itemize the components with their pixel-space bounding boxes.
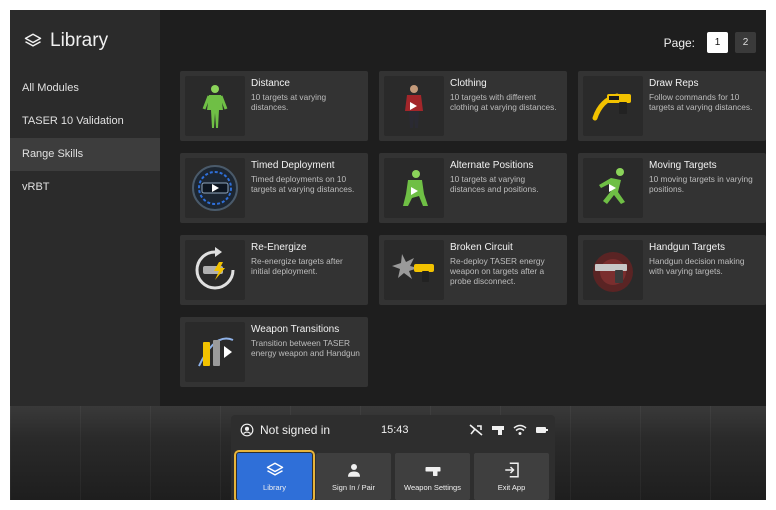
sign-in-pair-button-label: Sign In / Pair: [332, 483, 375, 492]
weapon-transition-icon: [198, 337, 234, 367]
weapon-settings-button[interactable]: Weapon Settings: [395, 453, 470, 500]
crouching-target-figure-icon: [403, 170, 428, 206]
clothing-thumbnail: [384, 76, 444, 136]
draw-reps-thumbnail: [583, 76, 643, 136]
module-title: Clothing: [450, 78, 487, 89]
module-title: Moving Targets: [649, 160, 717, 171]
sidebar-item-range-skills[interactable]: Range Skills: [10, 138, 160, 171]
module-card-re-energize[interactable]: Re-Energize Re-energize targets after in…: [180, 235, 368, 305]
module-title: Handgun Targets: [649, 242, 725, 253]
module-card-weapon-transitions[interactable]: Weapon Transitions Transition between TA…: [180, 317, 368, 387]
person-icon: [347, 464, 360, 477]
library-button[interactable]: Library: [234, 450, 315, 500]
layers-icon: [266, 462, 283, 476]
clock-time: 15:43: [381, 424, 409, 436]
alternate-positions-thumbnail: [384, 158, 444, 218]
module-description: Follow commands for 10 targets at varyin…: [649, 92, 753, 112]
timed-deployment-thumbnail: [185, 158, 245, 218]
broken-circuit-spark-icon: [392, 254, 434, 282]
dock-buttons: Library Sign In / Pair Weapon Settings E…: [234, 450, 549, 500]
module-card-broken-circuit[interactable]: Broken Circuit Re-deploy TASER energy we…: [379, 235, 567, 305]
running-target-figure-icon: [599, 168, 625, 204]
broken-circuit-thumbnail: [384, 240, 444, 300]
sidebar-header: Library: [10, 10, 160, 72]
module-description: Transition between TASER energy weapon a…: [251, 338, 360, 358]
weapon-connected-icon: [492, 426, 504, 435]
page-2-button[interactable]: 2: [735, 32, 756, 53]
app-window: Library All Modules TASER 10 Validation …: [10, 10, 766, 500]
user-status: Not signed in: [240, 423, 330, 437]
module-card-distance[interactable]: Distance 10 targets at varying distances…: [180, 71, 368, 141]
module-description: Re-energize targets after initial deploy…: [251, 256, 343, 276]
module-description: 10 targets at varying distances and posi…: [450, 174, 539, 194]
library-button-label: Library: [263, 483, 286, 492]
sign-in-status-text: Not signed in: [260, 423, 331, 437]
re-energize-cycle-icon: [195, 247, 235, 290]
module-card-draw-reps[interactable]: Draw Reps Follow commands for 10 targets…: [578, 71, 766, 141]
status-bar: Not signed in 15:43: [231, 415, 555, 445]
wifi-icon: [513, 424, 527, 435]
sidebar-item-all-modules[interactable]: All Modules: [10, 72, 160, 105]
weapon-transitions-thumbnail: [185, 322, 245, 382]
module-description: Timed deployments on 10 targets at varyi…: [251, 174, 355, 194]
sidebar-item-taser-10-validation[interactable]: TASER 10 Validation: [10, 105, 160, 138]
module-title: Re-Energize: [251, 242, 307, 253]
exit-icon: [504, 462, 519, 478]
exit-app-button[interactable]: Exit App: [474, 453, 549, 500]
page-label: Page:: [663, 35, 695, 50]
module-description: 10 targets with different clothing at va…: [450, 92, 557, 112]
handgun-target-icon: [593, 252, 633, 292]
module-description: 10 targets at varying distances.: [251, 92, 327, 112]
module-title: Timed Deployment: [251, 160, 335, 171]
no-tracking-icon: [469, 424, 483, 436]
module-card-timed-deployment[interactable]: Timed Deployment Timed deployments on 10…: [180, 153, 368, 223]
module-description: 10 moving targets in varying positions.: [649, 174, 753, 194]
taser-draw-icon: [592, 93, 631, 121]
module-title: Distance: [251, 78, 290, 89]
user-circle-icon: [240, 423, 254, 437]
exit-app-button-label: Exit App: [497, 483, 526, 492]
page-1-button[interactable]: 1: [707, 32, 728, 53]
timer-dial-icon: [192, 165, 238, 211]
module-title: Broken Circuit: [450, 242, 513, 253]
sidebar-title: Library: [50, 30, 109, 51]
module-title: Draw Reps: [649, 78, 699, 89]
module-card-alternate-positions[interactable]: Alternate Positions 10 targets at varyin…: [379, 153, 567, 223]
module-description: Re-deploy TASER energy weapon on targets…: [450, 256, 545, 286]
weapon-settings-button-label: Weapon Settings: [404, 483, 461, 492]
module-description: Handgun decision making with varying tar…: [649, 256, 745, 276]
battery-icon: [536, 427, 548, 433]
sidebar-item-vrbt[interactable]: vRBT: [10, 171, 160, 204]
module-card-clothing[interactable]: Clothing 10 targets with different cloth…: [379, 71, 567, 141]
clothed-target-figure-icon: [405, 85, 423, 128]
module-panel: Page: 1 2 Distance 10 targets at varying…: [160, 10, 766, 406]
moving-targets-thumbnail: [583, 158, 643, 218]
module-card-handgun-targets[interactable]: Handgun Targets Handgun decision making …: [578, 235, 766, 305]
re-energize-thumbnail: [185, 240, 245, 300]
green-target-figure-icon: [202, 85, 228, 128]
status-icons: [469, 424, 549, 436]
module-title: Alternate Positions: [450, 160, 534, 171]
distance-thumbnail: [185, 76, 245, 136]
module-card-moving-targets[interactable]: Moving Targets 10 moving targets in vary…: [578, 153, 766, 223]
layers-icon: [24, 33, 42, 47]
sidebar: Library All Modules TASER 10 Validation …: [10, 10, 160, 406]
module-title: Weapon Transitions: [251, 324, 340, 335]
bottom-dock: Not signed in 15:43 Library Sign In / Pa…: [231, 415, 555, 500]
weapon-icon: [425, 467, 440, 476]
module-grid: Distance 10 targets at varying distances…: [180, 71, 766, 387]
handgun-targets-thumbnail: [583, 240, 643, 300]
sign-in-pair-button[interactable]: Sign In / Pair: [316, 453, 391, 500]
pagination: Page: 1 2: [664, 32, 756, 53]
